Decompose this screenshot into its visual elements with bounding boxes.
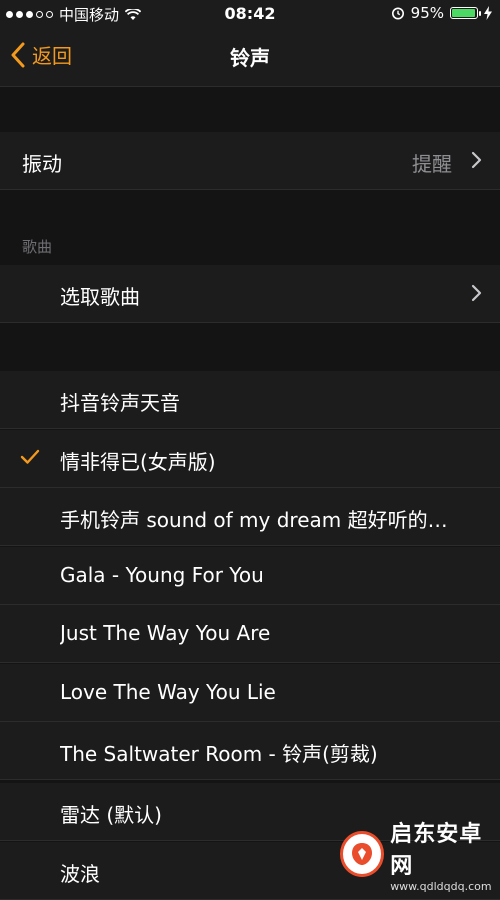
watermark-title: 启东安卓网 — [390, 816, 500, 880]
songs-section-header: 歌曲 — [22, 236, 52, 257]
ringtone-name: The Saltwater Room - 铃声(剪裁) — [60, 738, 378, 767]
ringtone-name: Gala - Young For You — [60, 563, 264, 587]
watermark: 启东安卓网 www.qdldqdq.com — [340, 819, 500, 889]
watermark-text: 启东安卓网 www.qdldqdq.com — [390, 816, 500, 893]
ringtone-name: 手机铃声 sound of my dream 超好听的… — [60, 504, 448, 533]
ringtone-name: Love The Way You Lie — [60, 680, 276, 704]
pick-song-row[interactable]: 选取歌曲 — [0, 265, 500, 323]
battery-level — [452, 9, 475, 17]
battery-icon — [450, 7, 478, 19]
ringtone-row[interactable]: 抖音铃声天音 — [0, 371, 500, 429]
pick-song-label: 选取歌曲 — [60, 281, 140, 310]
page-title: 铃声 — [0, 42, 500, 71]
ringtone-row[interactable]: Love The Way You Lie — [0, 664, 500, 722]
ringtone-name: 情非得已(女声版) — [60, 446, 216, 475]
vibration-row[interactable]: 振动 提醒 — [0, 132, 500, 190]
system-tone-name: 雷达 (默认) — [60, 799, 162, 828]
ringtone-name: 抖音铃声天音 — [60, 387, 180, 416]
system-tone-name: 波浪 — [60, 858, 100, 887]
chevron-right-icon — [471, 151, 482, 169]
chevron-right-icon — [471, 284, 482, 302]
charging-icon — [484, 6, 492, 20]
ringtone-name: Just The Way You Are — [60, 621, 270, 645]
vibration-label: 振动 — [22, 148, 62, 177]
ringtone-row[interactable]: Gala - Young For You — [0, 547, 500, 605]
watermark-url: www.qdldqdq.com — [390, 880, 500, 893]
checkmark-icon — [20, 449, 40, 465]
ringtone-row[interactable]: The Saltwater Room - 铃声(剪裁) — [0, 722, 500, 780]
ringtone-row[interactable]: 手机铃声 sound of my dream 超好听的… — [0, 488, 500, 546]
status-bar: 中国移动 08:42 95% — [0, 0, 500, 28]
watermark-logo-icon — [340, 831, 384, 877]
navigation-bar: 返回 铃声 — [0, 28, 500, 87]
ringtone-row[interactable]: Just The Way You Are — [0, 605, 500, 663]
vibration-value: 提醒 — [412, 148, 452, 177]
alarm-icon — [391, 6, 405, 20]
ringtone-row[interactable]: 情非得已(女声版) — [0, 430, 500, 488]
status-right: 95% — [391, 4, 492, 22]
battery-percent: 95% — [411, 4, 444, 22]
